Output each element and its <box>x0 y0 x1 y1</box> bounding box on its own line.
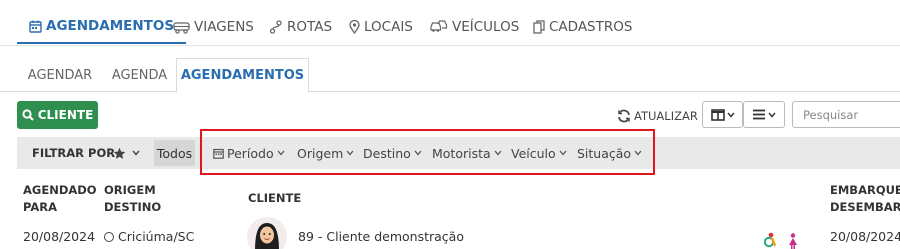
topnav-label: VIAGENS <box>194 19 254 35</box>
accessibility-icon <box>764 232 777 248</box>
todos-label: Todos <box>156 145 193 161</box>
topnav-item-locais[interactable]: LOCAIS <box>349 10 413 44</box>
filter-by-label: FILTRAR POR <box>32 146 116 160</box>
atualizar-button[interactable]: ATUALIZAR <box>617 106 698 126</box>
column-header-desembarque[interactable]: DESEMBARQUE <box>830 199 900 216</box>
column-header-cliente[interactable]: CLIENTE <box>248 190 301 207</box>
tab-label: AGENDAMENTOS <box>180 68 305 83</box>
refresh-icon <box>618 109 630 123</box>
chevron-down-icon <box>726 112 735 118</box>
columns-icon <box>710 108 725 121</box>
tab-agendar[interactable]: AGENDAR <box>17 58 103 92</box>
avatar <box>247 217 287 249</box>
woman-avatar-icon <box>247 217 287 249</box>
cell-cliente: 89 - Cliente demonstração <box>298 229 464 244</box>
tab-agenda[interactable]: AGENDA <box>103 58 176 92</box>
topnav-item-veiculos[interactable]: VEÍCULOS <box>430 10 519 44</box>
cars-icon <box>430 20 448 32</box>
cell-origem: Criciúma/SC <box>104 229 194 244</box>
column-header-origem[interactable]: ORIGEM <box>104 182 156 199</box>
favorites-dropdown[interactable] <box>113 137 140 169</box>
route-icon <box>269 20 282 34</box>
topnav-item-rotas[interactable]: ROTAS <box>269 10 332 44</box>
topnav-label: AGENDAMENTOS <box>46 18 175 34</box>
cell-agendado-para: 20/08/2024 <box>23 229 96 244</box>
map-marker-icon <box>349 20 360 34</box>
tab-label: AGENDA <box>111 67 168 83</box>
filter-todos[interactable]: Todos <box>154 140 195 166</box>
search-icon <box>22 109 34 121</box>
woman-icon <box>789 233 797 249</box>
columns-toggle-button[interactable] <box>702 101 743 128</box>
topnav-item-viagens[interactable]: VIAGENS <box>173 10 254 44</box>
topnav-item-cadastros[interactable]: CADASTROS <box>533 10 632 44</box>
copy-icon <box>533 20 545 34</box>
list-icon <box>753 109 765 120</box>
topnav-label: LOCAIS <box>364 19 413 35</box>
chevron-down-icon <box>132 150 140 156</box>
chevron-down-icon <box>768 112 776 118</box>
list-options-button[interactable] <box>743 101 785 128</box>
column-header-destino[interactable]: DESTINO <box>104 199 161 216</box>
star-icon <box>113 147 126 159</box>
top-navigation: AGENDAMENTOS VIAGENS ROTAS LOCAIS VEÍCUL… <box>0 0 900 46</box>
column-header-agendado-para[interactable]: AGENDADO PARA <box>23 182 97 216</box>
search-input[interactable] <box>792 101 900 128</box>
highlight-box <box>200 129 655 175</box>
origin-circle-icon <box>104 232 114 242</box>
topnav-label: ROTAS <box>287 19 333 35</box>
cell-origem-text: Criciúma/SC <box>118 229 195 244</box>
tab-label: AGENDAR <box>27 67 93 83</box>
topnav-label: CADASTROS <box>549 19 633 35</box>
sub-tabs: AGENDAR AGENDA AGENDAMENTOS <box>0 58 900 93</box>
topnav-label: VEÍCULOS <box>452 19 520 35</box>
topnav-item-agendamentos[interactable]: AGENDAMENTOS <box>17 10 187 44</box>
cell-embarque: 20/08/2024 0 <box>830 229 900 244</box>
atualizar-label: ATUALIZAR <box>634 109 698 123</box>
bus-icon <box>173 21 190 34</box>
search-cliente-button[interactable]: CLIENTE <box>17 101 98 129</box>
cliente-button-label: CLIENTE <box>37 108 94 122</box>
column-header-embarque[interactable]: EMBARQUE <box>830 182 900 199</box>
calendar-icon <box>29 20 42 33</box>
tab-agendamentos[interactable]: AGENDAMENTOS <box>176 58 309 93</box>
